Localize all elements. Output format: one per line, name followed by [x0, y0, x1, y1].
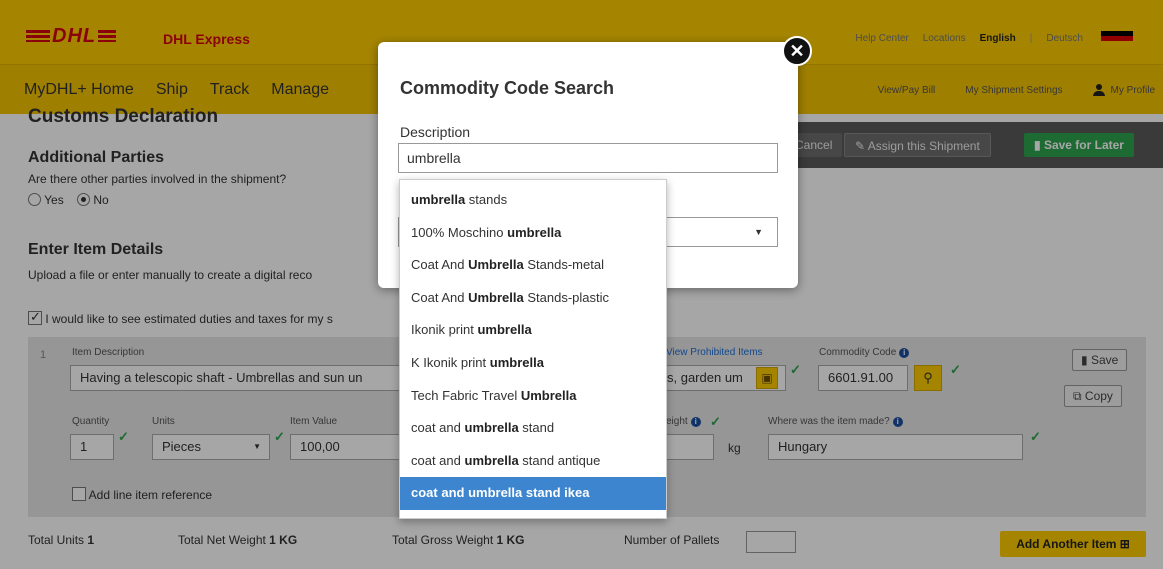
suggestion-match: umbrella	[464, 420, 519, 436]
suggestion-match: umbrella	[411, 192, 466, 207]
description-label: Description	[400, 124, 471, 140]
suggestion-prefix: Coat And	[411, 289, 469, 305]
dialog-title: Commodity Code Search	[400, 78, 615, 98]
suggestion-prefix: Ikonik print	[411, 322, 478, 338]
suggestion-item[interactable]: 100% Moschino umbrella	[400, 217, 666, 250]
suggestion-prefix: coat and	[411, 485, 469, 501]
chevron-down-icon: ▼	[754, 227, 763, 237]
suggestion-item[interactable]: coat and umbrella stand	[400, 412, 666, 445]
suggestion-match: Umbrella	[468, 289, 524, 305]
suggestion-item[interactable]: umbrella stands	[400, 184, 666, 217]
suggestion-match: Umbrella	[468, 257, 524, 273]
suggestion-item[interactable]: Tech Fabric Travel Umbrella	[400, 380, 666, 413]
description-search-input[interactable]: umbrella	[398, 143, 778, 173]
suggestion-item[interactable]: coat and umbrella stand ikea	[400, 477, 666, 510]
suggestion-suffix: Stands-plastic	[523, 289, 610, 305]
close-icon[interactable]: ✕	[782, 36, 812, 66]
suggestion-match: umbrella	[477, 322, 532, 338]
suggestion-prefix: K Ikonik print	[411, 354, 490, 370]
suggestion-suffix: stands	[465, 192, 508, 207]
suggestion-suffix: stand ikea	[522, 485, 590, 501]
suggestion-prefix: coat and	[411, 452, 465, 468]
suggestion-item[interactable]: Coat And Umbrella Stands-plastic	[400, 282, 666, 315]
autocomplete-dropdown: umbrella stands 100% Moschino umbrella Coa…	[399, 179, 667, 519]
suggestion-match: umbrella	[507, 224, 562, 240]
suggestion-match: umbrella	[468, 485, 523, 501]
suggestion-item[interactable]: K Ikonik print umbrella	[400, 347, 666, 380]
suggestion-prefix: coat and	[411, 420, 465, 436]
suggestion-match: umbrella	[464, 452, 519, 468]
suggestion-match: umbrella	[489, 354, 544, 370]
suggestion-prefix: Tech Fabric Travel	[411, 387, 521, 403]
suggestion-item[interactable]: Ikonik print umbrella	[400, 314, 666, 347]
suggestion-prefix: Coat And	[411, 257, 469, 273]
suggestion-item[interactable]: coat and umbrella stand antique	[400, 445, 666, 478]
suggestion-prefix: 100% Moschino	[411, 224, 508, 240]
suggestion-suffix: stand	[518, 420, 555, 436]
suggestion-match: Umbrella	[520, 387, 577, 403]
suggestion-suffix: stand antique	[518, 452, 601, 468]
suggestion-suffix: Stands-metal	[523, 257, 604, 273]
suggestion-item[interactable]: Coat And Umbrella Stands-metal	[400, 249, 666, 282]
